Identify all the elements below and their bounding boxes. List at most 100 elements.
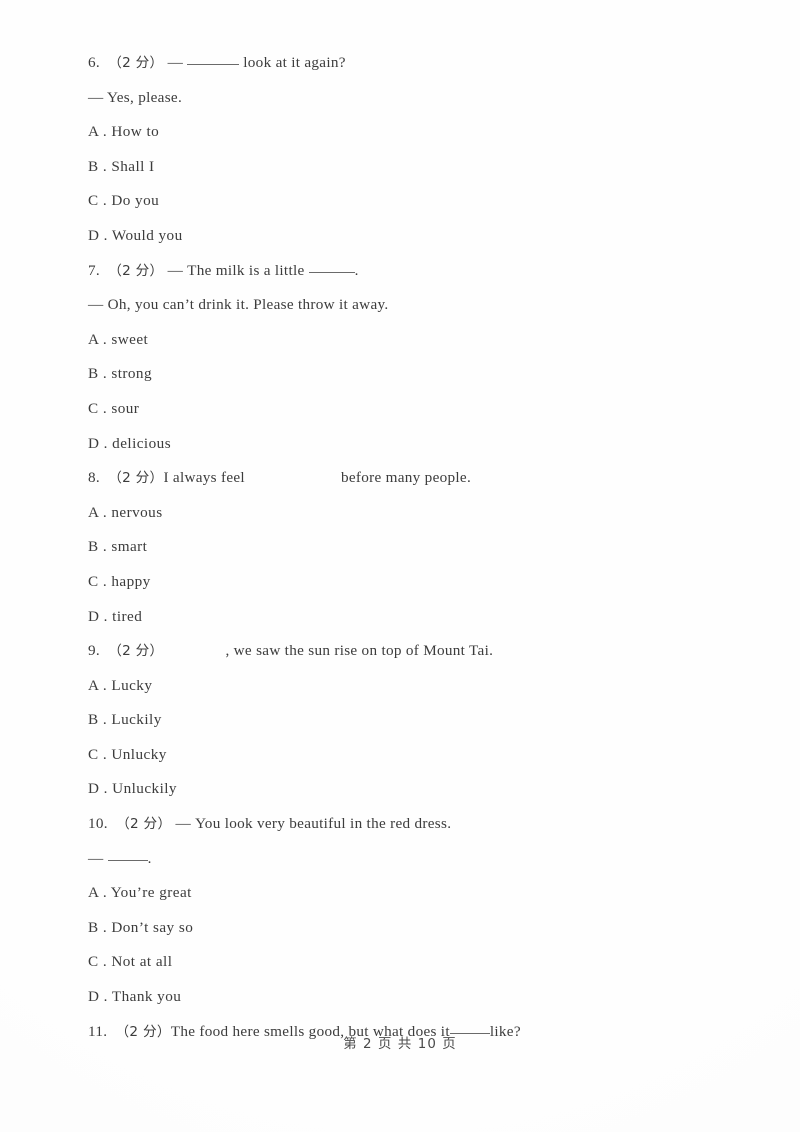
option-text: Luckily bbox=[111, 711, 162, 729]
option-10-a[interactable]: A . You’re great bbox=[88, 876, 728, 911]
option-text: Shall I bbox=[111, 157, 155, 175]
option-separator: . bbox=[98, 157, 112, 175]
option-text: nervous bbox=[111, 503, 163, 521]
question-number-7: 7. bbox=[88, 261, 100, 279]
option-separator: . bbox=[98, 572, 112, 590]
option-7-c[interactable]: C . sour bbox=[88, 392, 728, 427]
option-text: sweet bbox=[111, 330, 149, 348]
option-letter: A bbox=[88, 123, 99, 141]
question-stem-prefix-10: — bbox=[175, 815, 196, 833]
question-stem-prefix-7: — bbox=[167, 261, 188, 279]
option-letter: C bbox=[88, 953, 99, 971]
option-6-d[interactable]: D . Would you bbox=[88, 219, 728, 254]
option-letter: A bbox=[88, 676, 99, 694]
option-7-d[interactable]: D . delicious bbox=[88, 427, 728, 462]
option-9-c[interactable]: C . Unlucky bbox=[88, 738, 728, 773]
option-text: Unluckily bbox=[112, 780, 177, 798]
option-text: smart bbox=[111, 538, 148, 556]
option-separator: . bbox=[98, 918, 112, 936]
answer-blank-10 bbox=[107, 859, 148, 861]
option-letter: C bbox=[88, 572, 99, 590]
option-separator: . bbox=[98, 745, 112, 763]
option-letter: D bbox=[88, 226, 100, 244]
question-stem-tail-6: look at it again? bbox=[239, 54, 346, 71]
option-letter: B bbox=[88, 365, 99, 383]
question-response-line-10: — . bbox=[88, 842, 728, 877]
option-separator: . bbox=[98, 676, 112, 694]
option-separator: . bbox=[99, 226, 112, 244]
option-separator: . bbox=[98, 953, 112, 971]
option-6-b[interactable]: B . Shall I bbox=[88, 150, 728, 185]
option-7-a[interactable]: A . sweet bbox=[88, 323, 728, 358]
option-8-b[interactable]: B . smart bbox=[88, 530, 728, 565]
option-letter: C bbox=[88, 745, 99, 763]
option-10-c[interactable]: C . Not at all bbox=[88, 945, 728, 980]
option-text: Would you bbox=[111, 226, 183, 244]
option-separator: . bbox=[98, 503, 112, 521]
option-text: Thank you bbox=[111, 988, 182, 1006]
question-response-line-6: — Yes, please. bbox=[88, 88, 183, 106]
question-stem-tail-9: , we saw the sun rise on top of Mount Ta… bbox=[225, 642, 494, 660]
option-6-a[interactable]: A . How to bbox=[88, 115, 728, 150]
option-letter: D bbox=[88, 607, 100, 625]
option-text: strong bbox=[111, 365, 153, 383]
option-letter: B bbox=[88, 918, 99, 936]
option-9-d[interactable]: D . Unluckily bbox=[88, 772, 728, 807]
option-9-a[interactable]: A . Lucky bbox=[88, 669, 728, 704]
option-letter: A bbox=[88, 503, 99, 521]
option-10-d[interactable]: D . Thank you bbox=[88, 980, 728, 1015]
question-stem-head-8: I always feel bbox=[163, 469, 245, 487]
option-text: You’re great bbox=[110, 884, 192, 902]
question-stem-head-7: The milk is a little bbox=[187, 261, 309, 279]
option-text: delicious bbox=[112, 434, 172, 452]
option-text: Lucky bbox=[111, 676, 153, 694]
option-letter: B bbox=[88, 157, 99, 175]
question-stem-prefix-6: — bbox=[167, 54, 188, 71]
option-separator: . bbox=[98, 192, 112, 210]
scanned-page-sheet: 6. （2 分） — look at it again? — Yes, plea… bbox=[0, 0, 800, 1132]
option-separator: . bbox=[99, 434, 113, 452]
option-text: Unlucky bbox=[111, 745, 167, 763]
option-text: Don’t say so bbox=[111, 918, 194, 936]
question-stem-7: 7. （2 分） — The milk is a little . bbox=[88, 254, 728, 289]
response-suffix-10: . bbox=[147, 849, 152, 867]
option-letter: D bbox=[88, 434, 100, 452]
question-marks-7: （2 分） bbox=[108, 262, 164, 279]
response-dash-10: — bbox=[88, 849, 108, 867]
option-text: Do you bbox=[111, 192, 160, 210]
option-separator: . bbox=[99, 607, 113, 625]
option-separator: . bbox=[98, 711, 112, 729]
question-response-line-7: — Oh, you can’t drink it. Please throw i… bbox=[88, 296, 389, 314]
question-stem-10: 10. （2 分） — You look very beautiful in t… bbox=[88, 807, 728, 842]
option-text: sour bbox=[111, 399, 140, 417]
option-8-c[interactable]: C . happy bbox=[88, 565, 728, 600]
option-letter: D bbox=[88, 780, 100, 798]
question-number-9: 9. bbox=[88, 642, 100, 660]
option-separator: . bbox=[99, 988, 112, 1006]
option-6-c[interactable]: C . Do you bbox=[88, 184, 728, 219]
option-9-b[interactable]: B . Luckily bbox=[88, 703, 728, 738]
option-10-b[interactable]: B . Don’t say so bbox=[88, 911, 728, 946]
option-letter: A bbox=[88, 884, 99, 902]
question-marks-10: （2 分） bbox=[116, 816, 172, 833]
option-separator: . bbox=[98, 538, 112, 556]
option-8-a[interactable]: A . nervous bbox=[88, 496, 728, 531]
option-separator: . bbox=[99, 780, 113, 798]
option-text: tired bbox=[112, 607, 143, 625]
question-stem-9: 9. （2 分） , we saw the sun rise on top of … bbox=[88, 634, 728, 669]
option-letter: B bbox=[88, 538, 99, 556]
question-marks-9: （2 分） bbox=[108, 643, 164, 660]
option-letter: C bbox=[88, 192, 99, 210]
option-separator: . bbox=[98, 123, 112, 141]
question-stem-tail-8: before many people. bbox=[340, 469, 472, 487]
question-marks-6: （2 分） bbox=[108, 55, 164, 71]
option-letter: C bbox=[88, 399, 99, 417]
option-letter: A bbox=[88, 330, 99, 348]
option-text: How to bbox=[111, 123, 160, 141]
option-separator: . bbox=[98, 330, 112, 348]
option-8-d[interactable]: D . tired bbox=[88, 600, 728, 635]
question-number-6: 6. bbox=[88, 54, 100, 71]
answer-blank-7 bbox=[308, 271, 355, 273]
option-7-b[interactable]: B . strong bbox=[88, 357, 728, 392]
option-separator: . bbox=[98, 884, 111, 902]
